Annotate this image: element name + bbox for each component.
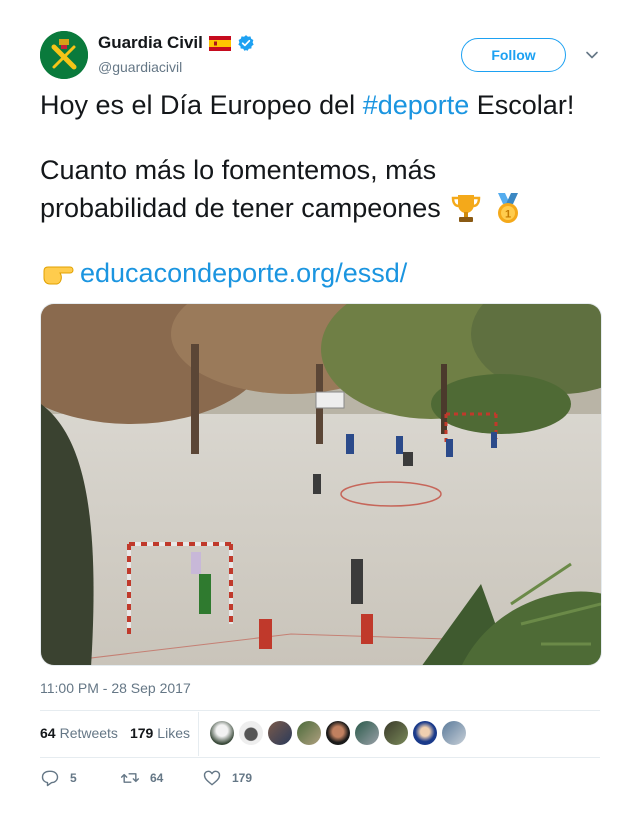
retweets-count: 64 <box>40 725 56 741</box>
tweet-text-line-2: Cuanto más lo fomentemos, más <box>40 155 437 185</box>
tweet-media-photo[interactable] <box>40 303 602 666</box>
liker-avatar[interactable] <box>239 721 263 745</box>
follow-button[interactable]: Follow <box>461 38 566 72</box>
chevron-down-icon[interactable] <box>584 47 600 63</box>
retweet-count: 64 <box>150 771 164 785</box>
medal-icon: 1 <box>497 193 518 223</box>
tweet-text-segment: Hoy es el Día Europeo del <box>40 90 363 120</box>
likes-stat[interactable]: 179 Likes <box>130 725 190 741</box>
liker-avatar[interactable] <box>384 721 408 745</box>
liker-avatar[interactable] <box>268 721 292 745</box>
like-count: 179 <box>232 771 253 785</box>
stats-separator <box>198 712 199 756</box>
author-display-name[interactable]: Guardia Civil <box>98 33 203 53</box>
tweet-timestamp[interactable]: 11:00 PM - 28 Sep 2017 <box>40 680 191 696</box>
tweet-action-bar: 5 64 179 <box>40 768 252 788</box>
tweet-link-line: educacondeporte.org/essd/ <box>40 258 407 289</box>
author-handle[interactable]: @guardiacivil <box>98 59 182 75</box>
liker-avatar[interactable] <box>210 721 234 745</box>
divider <box>40 757 600 758</box>
pointing-hand-icon <box>43 266 74 284</box>
engagement-stats: 64 Retweets 179 Likes <box>40 725 202 741</box>
author-avatar[interactable] <box>40 31 88 79</box>
spain-flag-icon <box>208 35 231 51</box>
like-button[interactable]: 179 <box>202 768 252 788</box>
retweet-button[interactable]: 64 <box>120 768 202 788</box>
schoolyard-photo <box>41 304 601 665</box>
trophy-icon <box>451 195 481 222</box>
reply-button[interactable]: 5 <box>40 768 120 788</box>
liker-avatar[interactable] <box>413 721 437 745</box>
guardia-civil-logo-icon <box>40 31 88 79</box>
liker-avatar[interactable] <box>326 721 350 745</box>
tweet-text-segment: probabilidad de tener campeones <box>40 192 441 223</box>
svg-text:1: 1 <box>505 209 511 221</box>
tweet-text-line-1: Hoy es el Día Europeo del #deporte Escol… <box>40 90 574 121</box>
retweets-label: Retweets <box>59 725 118 741</box>
divider <box>40 710 600 711</box>
external-link[interactable]: educacondeporte.org/essd/ <box>80 258 407 289</box>
likers-avatars <box>210 721 466 745</box>
reply-count: 5 <box>70 771 77 785</box>
likes-label: Likes <box>157 725 190 741</box>
hashtag-link[interactable]: #deporte <box>363 90 470 120</box>
retweet-icon <box>120 773 140 783</box>
liker-avatar[interactable] <box>297 721 321 745</box>
tweet-text-segment: Escolar! <box>469 90 575 120</box>
heart-icon <box>203 770 221 786</box>
reply-icon <box>41 770 59 787</box>
likes-count: 179 <box>129 725 154 741</box>
verified-badge-icon <box>238 35 254 51</box>
liker-avatar[interactable] <box>442 721 466 745</box>
author-name-row: Guardia Civil <box>98 33 255 53</box>
retweets-stat[interactable]: 64 Retweets <box>40 725 118 741</box>
liker-avatar[interactable] <box>355 721 379 745</box>
tweet-text-line-3: probabilidad de tener campeones 1 <box>40 191 525 225</box>
